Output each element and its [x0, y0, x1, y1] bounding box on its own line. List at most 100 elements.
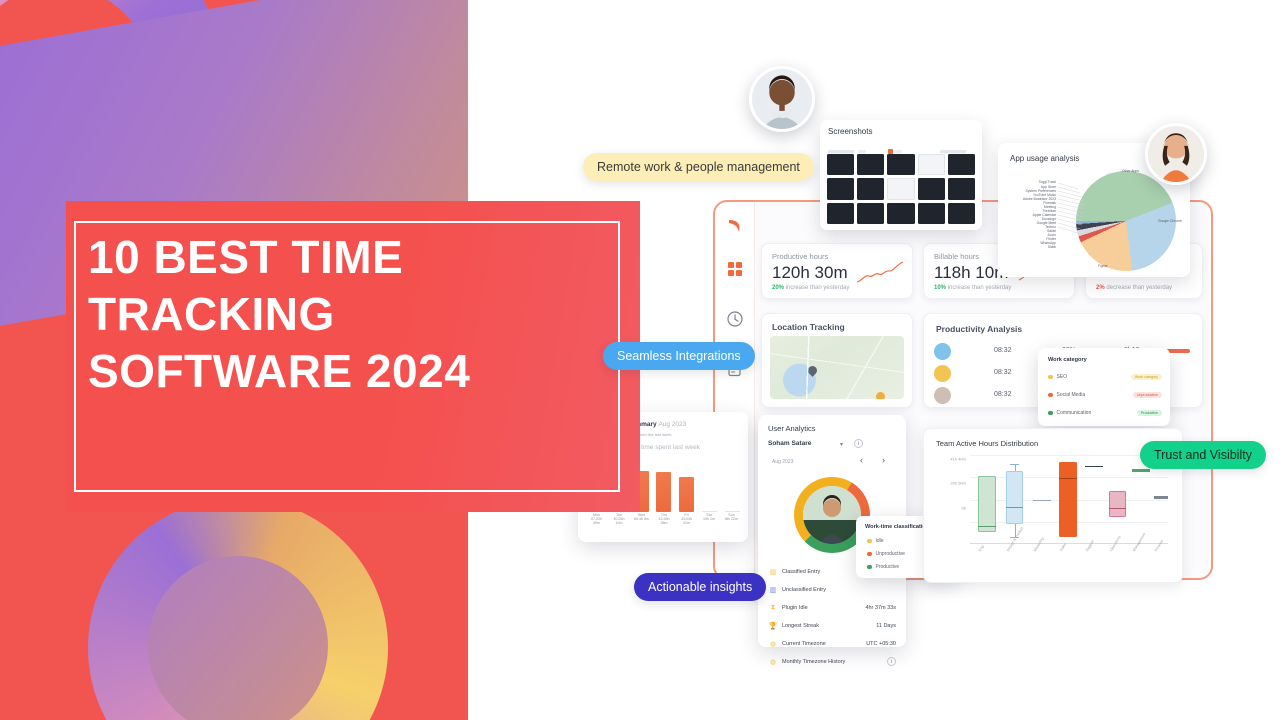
globe-icon: ◍ — [769, 641, 777, 648]
pie-label: Slack — [1047, 245, 1056, 249]
legend-row: Unproductive — [867, 551, 905, 557]
legend-dot-communication — [1048, 410, 1053, 416]
x-tick-label: Eng — [977, 544, 985, 553]
screenshot-thumbnail[interactable] — [947, 178, 975, 200]
legend-label: Productive — [875, 564, 900, 570]
next-month-button[interactable]: › — [882, 455, 885, 465]
list-item-value: 11 Days — [876, 623, 896, 629]
month-label: Aug 2023 — [772, 459, 794, 465]
list-item[interactable]: 🏆 Longest Streak 11 Days — [767, 617, 898, 635]
x-value: 07:20h 49m — [591, 517, 602, 525]
box-plot-item — [1059, 455, 1077, 544]
pill-actionable-insights[interactable]: Actionable insights — [634, 573, 767, 601]
screenshot-thumbnail[interactable] — [827, 202, 855, 224]
screenshot-thumbnail[interactable] — [827, 178, 855, 200]
bar-sat — [702, 511, 718, 512]
box-plot-item — [1108, 455, 1127, 544]
list-item[interactable]: ⧗ Plugin Idle 4hr 37m 33s — [767, 599, 898, 617]
legend-label: Unproductive — [875, 551, 905, 557]
legend-dot-seo — [1048, 374, 1053, 380]
legend-row: Productive — [867, 564, 899, 570]
avatar — [934, 343, 951, 360]
kpi-card-productive-hours: Productive hours 120h 30m 20% increase t… — [761, 243, 913, 299]
screenshot-thumbnail[interactable] — [887, 154, 915, 176]
map-canvas[interactable] — [770, 336, 904, 399]
y-tick-label: 41h 40m — [950, 456, 966, 462]
globe-icon: ◍ — [769, 659, 777, 666]
screenshot-thumbnail[interactable] — [947, 154, 975, 176]
screenshot-thumbnail[interactable] — [917, 178, 945, 200]
screenshot-thumbnail[interactable] — [857, 202, 885, 224]
list-item[interactable]: ◍ Monthly Timezone History i — [767, 653, 898, 671]
legend-dot-idle — [867, 538, 872, 544]
y-tick-label: 0h — [961, 505, 966, 511]
legend-tag: Unproductive — [1132, 392, 1162, 398]
row-time: 08:32 — [994, 391, 1012, 398]
screenshot-thumbnail[interactable] — [917, 202, 945, 224]
screenshot-thumbnail[interactable] — [917, 154, 945, 176]
screenshot-thumbnail[interactable] — [887, 202, 915, 224]
card-title: Team Active Hours Distribution — [936, 439, 1039, 448]
map-pin-grey[interactable] — [806, 364, 819, 377]
kpi-delta-pct: 10% — [934, 285, 947, 291]
pie-label: Toggl Track — [1038, 180, 1056, 184]
list-item-label: Unclassified Entry — [782, 587, 827, 593]
x-value: 40:26h 10m — [613, 517, 625, 525]
bar-chart-icon: ▥ — [769, 569, 777, 576]
sidebar-item-timesheet[interactable] — [726, 310, 744, 328]
prev-month-button[interactable]: ‹ — [860, 455, 863, 465]
box-plot-item — [1084, 455, 1103, 544]
screenshot-thumbnail[interactable] — [857, 178, 885, 200]
box-plot-chart: 41h 40m 20h 50m 0h — [950, 455, 1168, 544]
kpi-delta: 20% increase than yesterday — [772, 285, 849, 291]
legend-label: SEO — [1056, 374, 1068, 380]
info-icon[interactable]: i — [854, 439, 863, 448]
info-icon[interactable]: i — [887, 657, 896, 666]
sidebar-item-dashboard[interactable] — [726, 260, 744, 278]
legend-row: Communication Productive — [1048, 410, 1162, 416]
avatar-photo — [1148, 126, 1204, 182]
screenshots-toolbar[interactable] — [828, 142, 974, 154]
x-value: 60:36 8m — [634, 517, 649, 521]
list-item-value: 4hr 37m 33s — [865, 605, 896, 611]
x-label: Tue 40:26h 10m — [611, 513, 628, 525]
kpi-delta-pct: 2% — [1096, 285, 1105, 291]
x-label: Fri 43:03h 41m — [678, 513, 695, 525]
list-item-label: Plugin Idle — [782, 605, 808, 611]
box-plot-item — [977, 455, 996, 544]
card-title: Productivity Analysis — [936, 324, 1023, 334]
page-title: 10 BEST TIME TRACKING SOFTWARE 2024 — [88, 229, 630, 400]
list-item-label: Current Timezone — [782, 641, 826, 647]
user-analytics-list: ▥ Classified Entry ▥ Unclassified Entry … — [767, 563, 898, 671]
avatar-team-member-1 — [749, 66, 815, 132]
avatar — [803, 486, 861, 544]
poster-canvas: 10 BEST TIME TRACKING SOFTWARE 2024 Prod… — [0, 0, 1280, 720]
x-label: Sat 19h 1m — [701, 513, 718, 525]
card-title: Screenshots — [828, 127, 873, 136]
x-label: Sun 8th 22m — [723, 513, 740, 525]
pill-seamless-integrations[interactable]: Seamless Integrations — [603, 342, 755, 370]
box-plot-item — [1033, 455, 1052, 544]
map-pin-amber[interactable] — [874, 390, 887, 399]
y-tick-label: 20h 50m — [950, 480, 966, 486]
screenshot-thumbnail[interactable] — [827, 154, 855, 176]
pill-trust-and-visibility[interactable]: Trust and Visibilty — [1140, 441, 1266, 469]
screenshot-thumbnail[interactable] — [857, 154, 885, 176]
legend-row: Social Media Unproductive — [1048, 392, 1162, 398]
screenshot-thumbnail[interactable] — [887, 178, 915, 200]
x-label: Mon 07:20h 49m — [588, 513, 605, 525]
list-item[interactable]: ▥ Unclassified Entry — [767, 581, 898, 599]
screenshot-thumbnail-grid[interactable] — [827, 154, 975, 224]
kpi-delta-text: increase than yesterday — [947, 285, 1012, 291]
tooltip-title: Work-time classification — [865, 524, 930, 530]
kpi-delta-pct: 20% — [772, 285, 785, 291]
screenshot-thumbnail[interactable] — [947, 202, 975, 224]
kpi-label: Productive hours — [772, 252, 829, 261]
x-value: 8th 22m — [725, 517, 738, 521]
box-plot-x-axis: Eng Design & Product Marketing Sales Sup… — [970, 526, 1168, 582]
pill-remote-work[interactable]: Remote work & people management — [583, 153, 814, 181]
bar-chart-x-axis: Mon 07:20h 49m Tue 40:26h 10m Wed 60:36 8m … — [588, 513, 740, 525]
chevron-down-icon[interactable]: ▾ — [840, 441, 843, 448]
list-item[interactable]: ◍ Current Timezone UTC +05:30 — [767, 635, 898, 653]
bar-fri — [679, 477, 695, 512]
